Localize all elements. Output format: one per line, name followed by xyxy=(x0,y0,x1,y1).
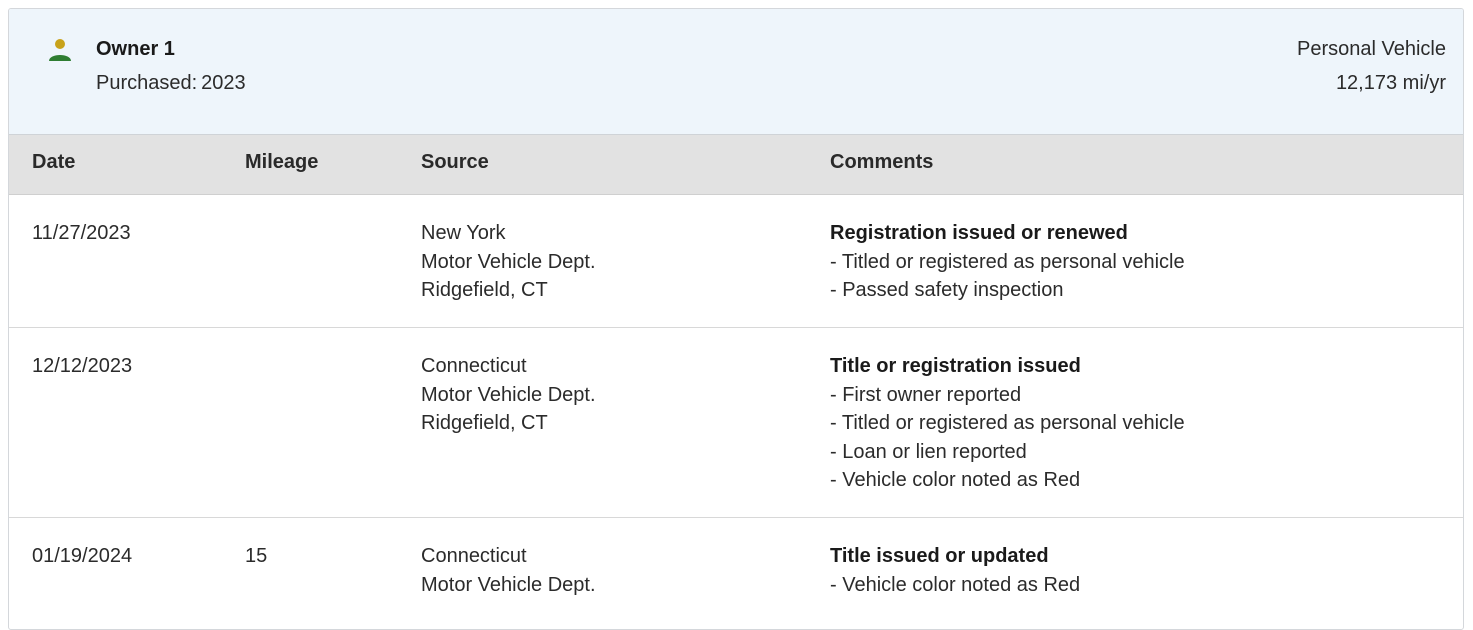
comment-item: - First owner reported xyxy=(830,383,1022,406)
comment-title: Title or registration issued xyxy=(830,355,1081,377)
source-line: Motor Vehicle Dept. xyxy=(421,383,596,406)
header-mileage: Mileage xyxy=(245,151,319,173)
row-comments: Registration issued or renewed - Titled … xyxy=(830,219,1185,305)
source-line: Motor Vehicle Dept. xyxy=(421,573,596,596)
comment-item: - Loan or lien reported xyxy=(830,440,1027,463)
row-date: 01/19/2024 xyxy=(32,545,133,567)
purchased-label: Purchased: xyxy=(96,72,198,94)
comment-item: - Titled or registered as personal vehic… xyxy=(830,250,1185,273)
owner-title: Owner 1 xyxy=(96,38,175,60)
source-line: Connecticut xyxy=(421,545,527,567)
row-source: Connecticut Motor Vehicle Dept. Ridgefie… xyxy=(421,352,596,438)
source-line: Motor Vehicle Dept. xyxy=(421,250,596,273)
header-source: Source xyxy=(421,151,489,173)
row-comments: Title or registration issued - First own… xyxy=(830,352,1185,495)
header-date: Date xyxy=(32,151,76,173)
row-comments: Title issued or updated - Vehicle color … xyxy=(830,542,1080,599)
comment-item: - Vehicle color noted as Red xyxy=(830,469,1081,491)
vehicle-type: Personal Vehicle xyxy=(1297,38,1446,60)
header-comments: Comments xyxy=(830,151,934,173)
table-header: Date Mileage Source Comments xyxy=(9,135,1463,195)
mileage-per-year: 12,173 mi/yr xyxy=(1335,72,1446,94)
table-row: 11/27/2023 New York Motor Vehicle Dept. … xyxy=(9,195,1463,328)
row-date: 12/12/2023 xyxy=(32,355,133,377)
row-mileage: 15 xyxy=(245,545,268,567)
comment-item: - Titled or registered as personal vehic… xyxy=(830,412,1185,434)
source-line: Ridgefield, CT xyxy=(421,279,548,301)
owner-purchased: Purchased: 2023 xyxy=(96,72,246,95)
purchased-year: 2023 xyxy=(201,72,246,94)
person-icon xyxy=(49,39,71,61)
table-row: 01/19/2024 15 Connecticut Motor Vehicle … xyxy=(9,518,1463,629)
row-source: New York Motor Vehicle Dept. Ridgefield,… xyxy=(421,219,596,305)
row-source: Connecticut Motor Vehicle Dept. xyxy=(421,542,596,599)
comment-title: Title issued or updated xyxy=(830,545,1049,567)
source-line: Connecticut xyxy=(421,355,527,377)
table-row: 12/12/2023 Connecticut Motor Vehicle Dep… xyxy=(9,328,1463,518)
comment-item: - Passed safety inspection xyxy=(830,279,1064,301)
row-date: 11/27/2023 xyxy=(32,222,131,244)
source-line: New York xyxy=(421,222,506,244)
owner-history-card: Owner 1 Purchased: 2023 Personal Vehicle … xyxy=(8,8,1464,630)
comment-title: Registration issued or renewed xyxy=(830,222,1128,244)
owner-header: Owner 1 Purchased: 2023 Personal Vehicle … xyxy=(9,9,1463,135)
source-line: Ridgefield, CT xyxy=(421,412,548,434)
comment-item: - Vehicle color noted as Red xyxy=(830,573,1081,596)
